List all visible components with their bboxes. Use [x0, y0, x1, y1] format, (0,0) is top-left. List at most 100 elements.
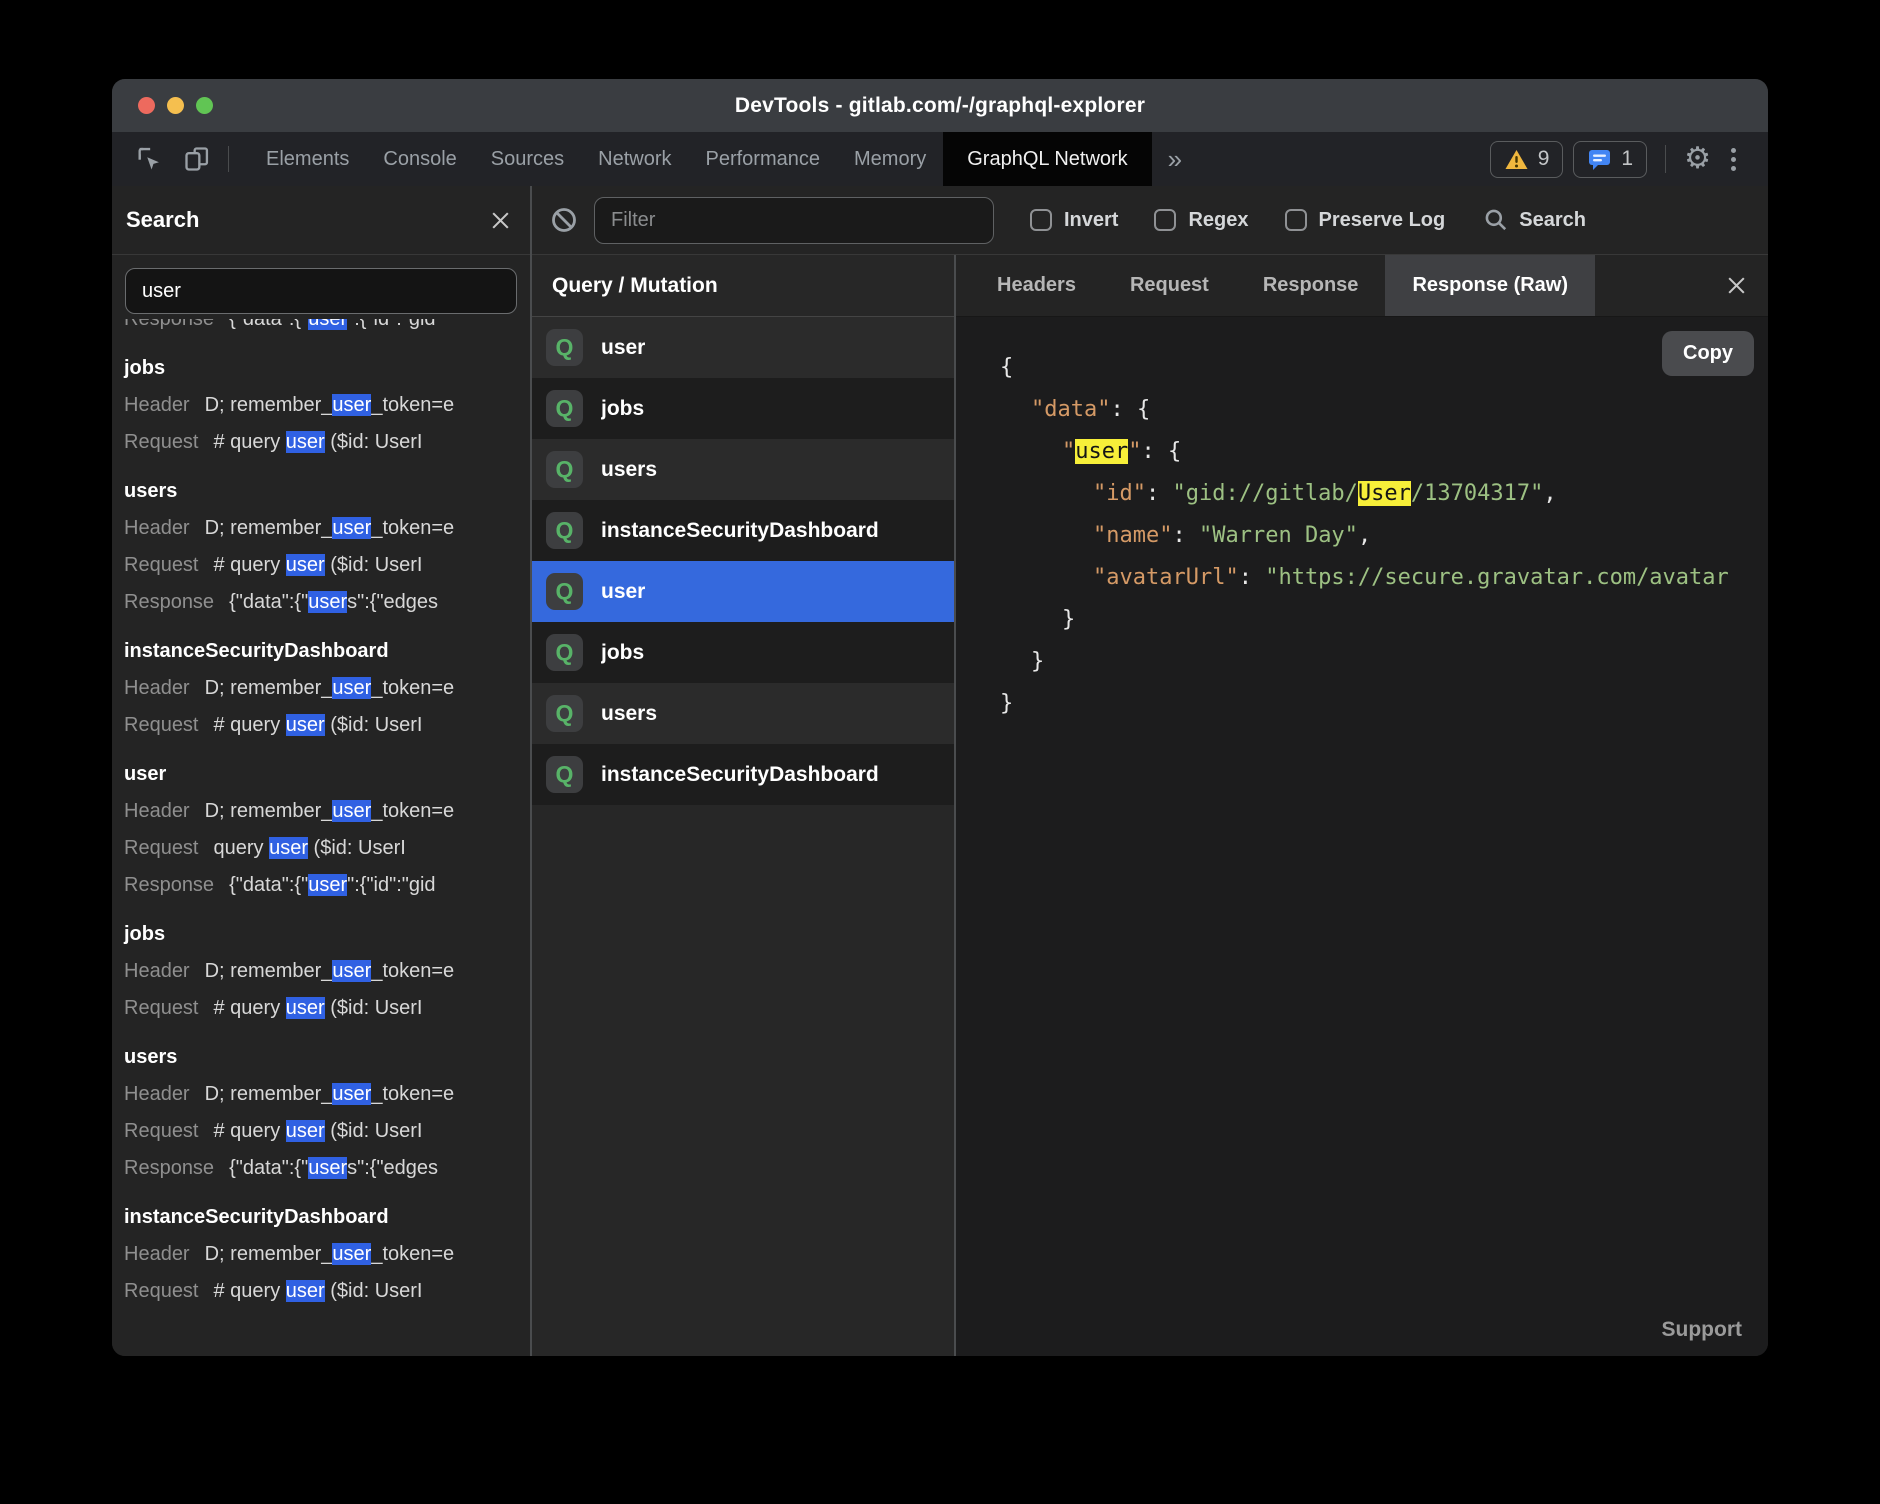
query-list-item-jobs[interactable]: Qjobs	[532, 622, 954, 683]
result-text-segment: # query	[214, 431, 286, 453]
response-tab-response[interactable]: Response	[1236, 255, 1386, 316]
result-line-label: Request	[124, 1280, 199, 1302]
search-result-line[interactable]: HeaderD; remember_user_token=e	[124, 387, 518, 424]
query-list-item-user[interactable]: Quser	[532, 561, 954, 622]
search-result-line[interactable]: HeaderD; remember_user_token=e	[124, 793, 518, 830]
search-panel: Search Response{"data":{"user":{"id":"gi…	[112, 186, 532, 1356]
response-tab-response-raw[interactable]: Response (Raw)	[1385, 255, 1595, 316]
query-type-icon: Q	[546, 512, 583, 549]
query-list-item-users[interactable]: Qusers	[532, 683, 954, 744]
query-type-icon: Q	[546, 451, 583, 488]
regex-checkbox[interactable]: Regex	[1154, 209, 1248, 232]
search-result-group-title[interactable]: user	[124, 756, 518, 793]
json-token: /13704317"	[1411, 481, 1543, 506]
devtools-tab-elements[interactable]: Elements	[249, 132, 366, 186]
close-search-icon[interactable]	[489, 209, 512, 232]
search-result-line[interactable]: HeaderD; remember_user_token=e	[124, 670, 518, 707]
result-text-segment: # query	[214, 997, 286, 1019]
result-text-segment: D; remember_	[205, 960, 333, 982]
search-result-line[interactable]: Request# query user ($id: UserI	[124, 424, 518, 461]
filter-input[interactable]	[594, 197, 994, 244]
search-input[interactable]	[125, 268, 517, 314]
devtools-tab-network[interactable]: Network	[581, 132, 688, 186]
search-match-highlight: user	[308, 591, 347, 613]
minimize-window-button[interactable]	[167, 97, 184, 114]
kebab-menu-icon[interactable]	[1721, 142, 1746, 177]
query-item-label: user	[601, 336, 645, 360]
response-tabs-container: HeadersRequestResponseResponse (Raw)	[970, 255, 1595, 316]
json-token: }	[1062, 607, 1075, 632]
settings-gear-icon[interactable]: ⚙	[1684, 144, 1711, 174]
devtools-tab-performance[interactable]: Performance	[689, 132, 838, 186]
search-result-group-title[interactable]: jobs	[124, 350, 518, 387]
close-window-button[interactable]	[138, 97, 155, 114]
search-result-line[interactable]: Response{"data":{"users":{"edges	[124, 1150, 518, 1187]
devtools-tab-sources[interactable]: Sources	[474, 132, 581, 186]
message-count: 1	[1621, 147, 1633, 171]
query-list-item-users[interactable]: Qusers	[532, 439, 954, 500]
result-text-segment: _token=e	[371, 960, 454, 982]
json-token: {	[1168, 439, 1181, 464]
search-result-line[interactable]: Requestquery user ($id: UserI	[124, 830, 518, 867]
clear-log-icon[interactable]	[550, 206, 578, 234]
result-text-segment: # query	[214, 1280, 286, 1302]
result-line-label: Response	[124, 1157, 214, 1179]
result-text-segment: ($id: UserI	[325, 714, 423, 736]
messages-badge[interactable]: 1	[1573, 141, 1647, 178]
search-result-line[interactable]: Request# query user ($id: UserI	[124, 547, 518, 584]
search-result-line[interactable]: Response{"data":{"user":{"id":"gid	[124, 867, 518, 904]
toolbar-divider	[228, 146, 229, 172]
search-result-line[interactable]: Request# query user ($id: UserI	[124, 1113, 518, 1150]
result-line-value: D; remember_user_token=e	[205, 960, 455, 982]
inspect-element-icon[interactable]	[132, 142, 166, 176]
search-result-group-title[interactable]: jobs	[124, 916, 518, 953]
devtools-tab-console[interactable]: Console	[366, 132, 473, 186]
invert-checkbox[interactable]: Invert	[1030, 209, 1118, 232]
search-result-line[interactable]: HeaderD; remember_user_token=e	[124, 510, 518, 547]
result-line-value: # query user ($id: UserI	[214, 554, 423, 576]
query-list-item-jobs[interactable]: Qjobs	[532, 378, 954, 439]
toolbar-right: 9 1 ⚙	[1490, 132, 1768, 186]
copy-button[interactable]: Copy	[1662, 331, 1754, 376]
search-result-group-title[interactable]: users	[124, 1039, 518, 1076]
response-tab-headers[interactable]: Headers	[970, 255, 1103, 316]
preserve-log-checkbox[interactable]: Preserve Log	[1285, 209, 1446, 232]
search-result-line[interactable]: HeaderD; remember_user_token=e	[124, 1236, 518, 1273]
result-text-segment: {"data":{"	[229, 1157, 308, 1179]
json-token: "	[1062, 439, 1075, 464]
result-line-value: # query user ($id: UserI	[214, 431, 423, 453]
search-result-group-title[interactable]: instanceSecurityDashboard	[124, 633, 518, 670]
search-result-line[interactable]: Response{"data":{"users":{"edges	[124, 584, 518, 621]
toolbar-search-button[interactable]: Search	[1483, 207, 1586, 233]
search-result-line[interactable]: HeaderD; remember_user_token=e	[124, 1076, 518, 1113]
devtools-tab-memory[interactable]: Memory	[837, 132, 943, 186]
warnings-badge[interactable]: 9	[1490, 141, 1564, 178]
json-token: "name"	[1093, 523, 1172, 548]
response-tab-request[interactable]: Request	[1103, 255, 1236, 316]
query-list-item-user[interactable]: Quser	[532, 317, 954, 378]
result-line-value: D; remember_user_token=e	[205, 1083, 455, 1105]
search-result-line[interactable]: Request# query user ($id: UserI	[124, 707, 518, 744]
close-response-icon[interactable]	[1705, 255, 1768, 316]
query-list-item-instancesecuritydashboard[interactable]: QinstanceSecurityDashboard	[532, 500, 954, 561]
support-link[interactable]: Support	[1662, 1318, 1742, 1342]
more-tabs-chevron-icon[interactable]: »	[1152, 132, 1198, 186]
devtools-tab-graphql-network[interactable]: GraphQL Network	[943, 132, 1151, 186]
search-result-line[interactable]: Request# query user ($id: UserI	[124, 990, 518, 1027]
search-result-line[interactable]: HeaderD; remember_user_token=e	[124, 953, 518, 990]
search-result-line[interactable]: Request# query user ($id: UserI	[124, 1273, 518, 1310]
find-match-highlight: User	[1358, 481, 1411, 506]
result-text-segment: # query	[214, 714, 286, 736]
search-match-highlight: user	[286, 1280, 325, 1302]
result-text-segment: _token=e	[371, 800, 454, 822]
search-result-group-title[interactable]: instanceSecurityDashboard	[124, 1199, 518, 1236]
json-token: {	[1137, 397, 1150, 422]
search-result-line[interactable]: Response{"data":{"user":{"id":"gid	[124, 319, 518, 338]
query-list-item-instancesecuritydashboard[interactable]: QinstanceSecurityDashboard	[532, 744, 954, 805]
maximize-window-button[interactable]	[196, 97, 213, 114]
result-line-value: {"data":{"user":{"id":"gid	[229, 874, 436, 896]
device-toolbar-icon[interactable]	[180, 142, 214, 176]
json-token: ,	[1358, 523, 1371, 548]
search-result-group-title[interactable]: users	[124, 473, 518, 510]
result-text-segment: ($id: UserI	[325, 431, 423, 453]
